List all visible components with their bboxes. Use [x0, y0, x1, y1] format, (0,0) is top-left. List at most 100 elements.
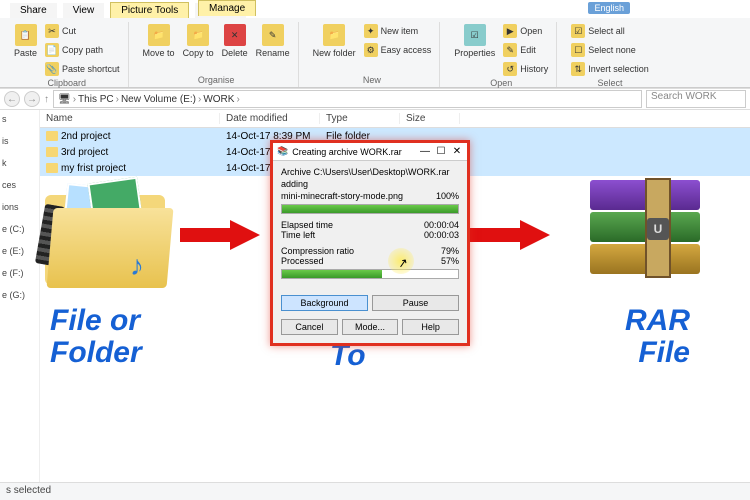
new-folder-button[interactable]: 📁New folder: [311, 22, 358, 60]
timeleft-label: Time left: [281, 230, 315, 240]
sidebar-item[interactable]: k: [2, 158, 37, 168]
open-button[interactable]: ▶Open: [501, 22, 550, 40]
sidebar-item[interactable]: is: [2, 136, 37, 146]
pause-button[interactable]: Pause: [372, 295, 459, 311]
current-file: mini-minecraft-story-mode.png: [281, 191, 403, 201]
sidebar-item[interactable]: e (E:): [2, 246, 37, 256]
group-label: New: [363, 75, 381, 87]
invert-selection-button[interactable]: ⇅Invert selection: [569, 60, 651, 78]
move-to-button[interactable]: 📁Move to: [141, 22, 177, 60]
cancel-button[interactable]: Cancel: [281, 319, 338, 335]
delete-button[interactable]: ✕Delete: [220, 22, 250, 60]
language-badge: English: [588, 2, 630, 14]
sidebar-item[interactable]: ces: [2, 180, 37, 190]
minimize-button[interactable]: —: [419, 146, 431, 158]
search-input[interactable]: Search WORK: [646, 90, 746, 108]
select-all-icon: ☑: [571, 24, 585, 38]
elapsed-label: Elapsed time: [281, 220, 333, 230]
select-all-button[interactable]: ☑Select all: [569, 22, 651, 40]
col-name[interactable]: Name: [40, 113, 220, 124]
tab-view[interactable]: View: [63, 3, 105, 18]
group-label: Organise: [198, 75, 235, 87]
select-none-icon: ☐: [571, 43, 585, 57]
col-date[interactable]: Date modified: [220, 113, 320, 124]
crumb-volume[interactable]: New Volume (E:): [121, 94, 196, 105]
properties-button[interactable]: ☑Properties: [452, 22, 497, 60]
move-icon: 📁: [148, 24, 170, 46]
paste-button[interactable]: 📋 Paste: [12, 22, 39, 60]
timeleft-value: 00:00:03: [424, 230, 459, 240]
close-button[interactable]: ✕: [451, 146, 463, 158]
tab-share[interactable]: Share: [10, 3, 57, 18]
select-none-button[interactable]: ☐Select none: [569, 41, 651, 59]
status-bar: s selected: [0, 482, 750, 500]
winrar-progress-dialog: 📚 Creating archive WORK.rar — ☐ ✕ Archiv…: [270, 140, 470, 346]
tab-manage[interactable]: Manage: [198, 0, 256, 16]
maximize-button[interactable]: ☐: [435, 146, 447, 158]
copy-to-button[interactable]: 📁Copy to: [181, 22, 216, 60]
group-organise: 📁Move to 📁Copy to ✕Delete ✎Rename Organi…: [135, 22, 299, 87]
address-bar: ← → ↑ 🖥 › This PC › New Volume (E:) › WO…: [0, 88, 750, 110]
shortcut-icon: 📎: [45, 62, 59, 76]
sidebar-item[interactable]: e (G:): [2, 290, 37, 300]
nav-forward-button[interactable]: →: [24, 91, 40, 107]
nav-sidebar[interactable]: s is k ces ions e (C:) e (E:) e (F:) e (G:): [0, 110, 40, 500]
open-icon: ▶: [503, 24, 517, 38]
col-type[interactable]: Type: [320, 113, 400, 124]
new-item-icon: ✦: [364, 24, 378, 38]
adding-label: adding: [281, 179, 459, 189]
crumb-pc[interactable]: This PC: [78, 94, 114, 105]
copy-path-icon: 📄: [45, 43, 59, 57]
tab-context-group: Picture Tools: [110, 2, 189, 18]
copy-path-button[interactable]: 📄Copy path: [43, 41, 122, 59]
background-button[interactable]: Background: [281, 295, 368, 311]
nav-up-button[interactable]: ↑: [44, 94, 49, 105]
delete-icon: ✕: [224, 24, 246, 46]
sidebar-item[interactable]: e (F:): [2, 268, 37, 278]
sidebar-item[interactable]: e (C:): [2, 224, 37, 234]
new-item-button[interactable]: ✦New item: [362, 22, 434, 40]
history-icon: ↺: [503, 62, 517, 76]
total-progress: [281, 269, 459, 279]
properties-icon: ☑: [464, 24, 486, 46]
easy-access-icon: ⚙: [364, 43, 378, 57]
col-size[interactable]: Size: [400, 113, 460, 124]
mode-button[interactable]: Mode...: [342, 319, 399, 335]
history-button[interactable]: ↺History: [501, 60, 550, 78]
column-headers[interactable]: Name Date modified Type Size: [40, 110, 750, 128]
edit-button[interactable]: ✎Edit: [501, 41, 550, 59]
group-clipboard: 📋 Paste ✂Cut 📄Copy path 📎Paste shortcut …: [6, 22, 129, 87]
winrar-icon: 📚: [277, 146, 288, 157]
group-open: ☑Properties ▶Open ✎Edit ↺History Open: [446, 22, 557, 87]
easy-access-button[interactable]: ⚙Easy access: [362, 41, 434, 59]
ratio-label: Compression ratio: [281, 246, 354, 256]
processed-value: 57%: [441, 256, 459, 266]
copy-icon: 📁: [187, 24, 209, 46]
ribbon-tabs: Share View Picture Tools WORK Manage: [0, 0, 750, 18]
breadcrumb[interactable]: 🖥 › This PC › New Volume (E:) › WORK ›: [53, 90, 642, 108]
dialog-title: Creating archive WORK.rar: [292, 147, 415, 157]
sidebar-item[interactable]: ions: [2, 202, 37, 212]
nav-back-button[interactable]: ←: [4, 91, 20, 107]
edit-icon: ✎: [503, 43, 517, 57]
rename-button[interactable]: ✎Rename: [254, 22, 292, 60]
help-button[interactable]: Help: [402, 319, 459, 335]
paste-shortcut-button[interactable]: 📎Paste shortcut: [43, 60, 122, 78]
ribbon: 📋 Paste ✂Cut 📄Copy path 📎Paste shortcut …: [0, 18, 750, 88]
folder-icon: [46, 131, 58, 141]
elapsed-value: 00:00:04: [424, 220, 459, 230]
file-progress: [281, 204, 459, 214]
group-label: Open: [490, 78, 512, 90]
ratio-value: 79%: [441, 246, 459, 256]
cut-button[interactable]: ✂Cut: [43, 22, 122, 40]
cursor-highlight: [388, 248, 414, 274]
file-percent: 100%: [436, 191, 459, 201]
folder-icon: [46, 147, 58, 157]
group-new: 📁New folder ✦New item ⚙Easy access New: [305, 22, 441, 87]
crumb-folder[interactable]: WORK: [203, 94, 234, 105]
sidebar-item[interactable]: s: [2, 114, 37, 124]
invert-icon: ⇅: [571, 62, 585, 76]
new-folder-icon: 📁: [323, 24, 345, 46]
archive-path: Archive C:\Users\User\Desktop\WORK.rar: [281, 167, 459, 177]
rename-icon: ✎: [262, 24, 284, 46]
